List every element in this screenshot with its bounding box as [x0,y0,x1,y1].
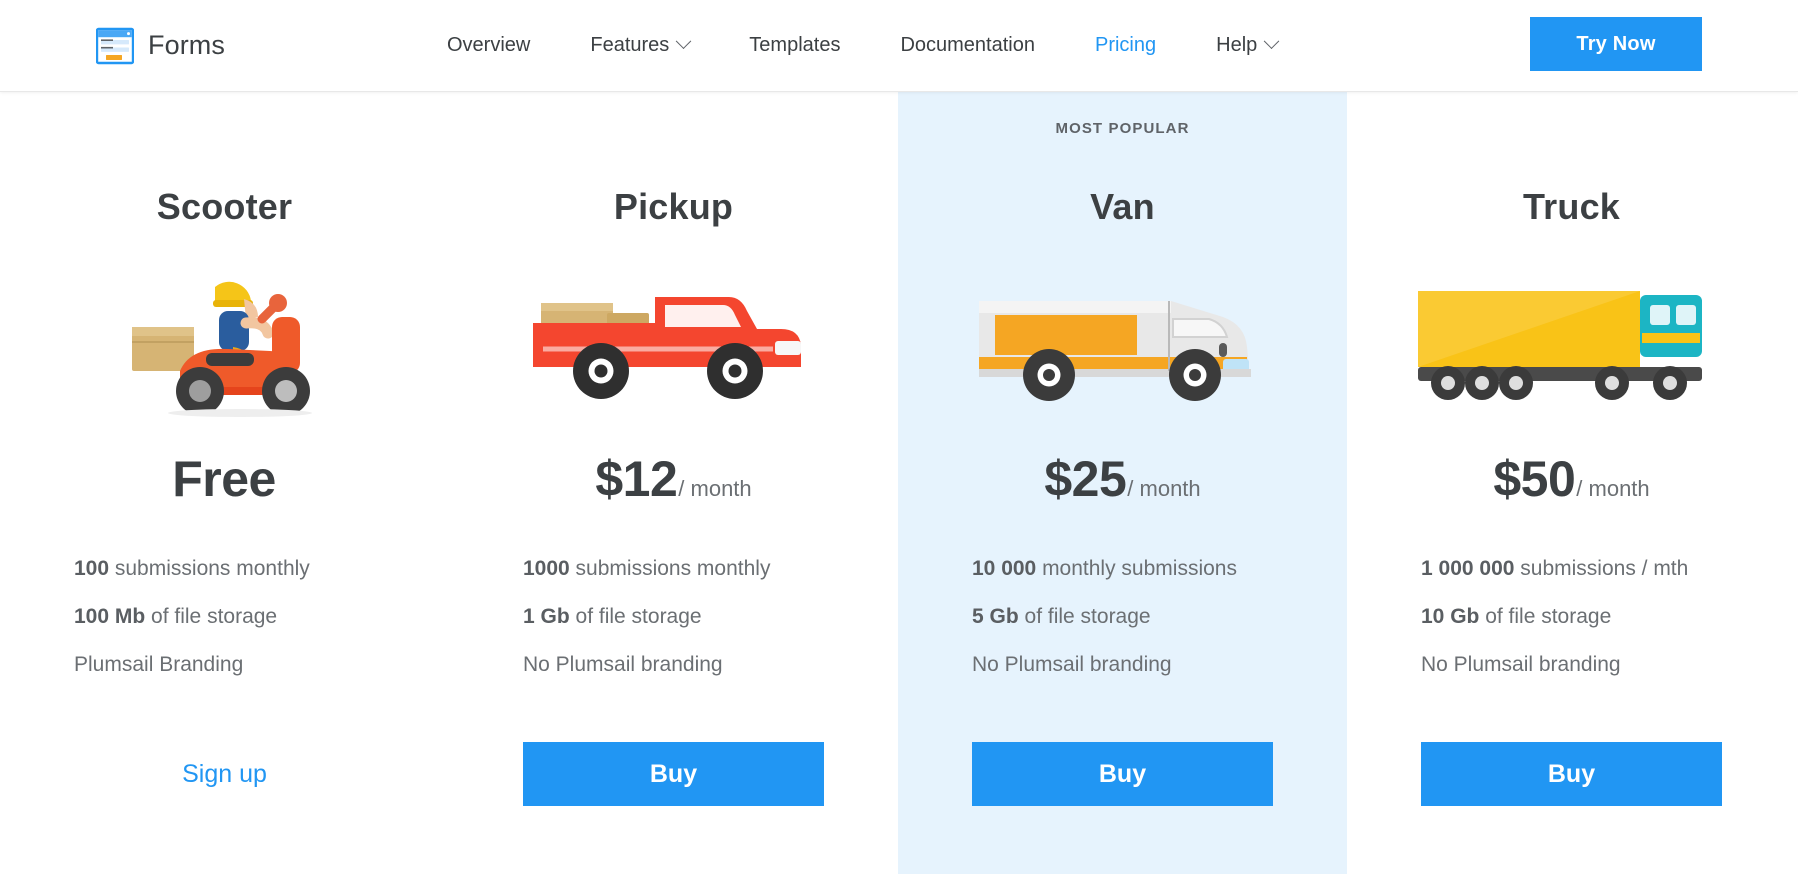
nav-label: Help [1216,34,1258,56]
price-amount: $50 [1493,451,1576,507]
plan-cta: Buy [898,742,1347,806]
sign-up-link[interactable]: Sign up [182,742,267,806]
brand-name: Forms [148,30,225,60]
feature-item: 100 submissions monthly [74,556,375,581]
plan-price: $50 / month [1493,450,1649,508]
site-header: Forms Overview Features Templates Docume… [0,0,1798,92]
feature-item: No Plumsail branding [972,652,1273,677]
plan-price: Free [172,450,277,508]
feature-item: 5 Gb of file storage [972,604,1273,629]
feature-value: 100 [74,557,110,580]
nav-item-features[interactable]: Features [560,26,719,65]
price-amount: Free [172,451,276,507]
semi-truck-illustration [1412,258,1732,426]
feature-value: 100 Mb [74,605,146,629]
plan-title: Van [1090,186,1155,227]
plan-card-scooter: Scooter Free 100 submissions monthly 100… [0,92,449,874]
scooter-illustration [120,258,330,426]
feature-item: 1 000 000 submissions / mth [1421,556,1722,581]
plan-card-pickup: Pickup $12 / month 1000 submissions mont… [449,92,898,874]
feature-text: submissions monthly [569,557,771,580]
feature-value: 1 000 000 [1421,557,1515,580]
brand-logo[interactable]: Forms [95,27,225,65]
feature-value: 10 Gb [1421,605,1480,629]
plan-price: $25 / month [1044,450,1200,508]
price-amount: $12 [595,451,678,507]
feature-value: 10 000 [972,557,1037,580]
plan-title: Pickup [613,186,734,227]
feature-text: of file storage [1018,605,1151,629]
van-illustration [973,258,1273,426]
nav-label: Pricing [1094,34,1157,56]
feature-text: No Plumsail branding [972,653,1172,677]
pricing-plans: Scooter Free 100 submissions monthly 100… [0,92,1798,874]
price-period: / month [678,476,752,501]
nav-label: Overview [447,34,531,56]
main-nav: Overview Features Templates Documentatio… [417,26,1307,65]
buy-button[interactable]: Buy [972,742,1273,806]
feature-item: Plumsail Branding [74,652,375,677]
nav-label: Documentation [900,34,1035,56]
feature-text: of file storage [145,605,278,629]
plan-price: $12 / month [595,450,751,508]
feature-text: Plumsail Branding [74,653,244,677]
plan-card-van: MOST POPULAR Van $25 / month 10 000 mont… [898,92,1347,874]
pickup-truck-illustration [529,258,819,426]
feature-text: of file storage [1479,605,1612,629]
feature-list: 100 submissions monthly 100 Mb of file s… [0,556,449,678]
feature-text: of file storage [569,605,702,629]
nav-item-overview[interactable]: Overview [417,26,560,65]
buy-button[interactable]: Buy [1421,742,1722,806]
feature-text: monthly submissions [1036,557,1237,580]
feature-item: No Plumsail branding [1421,652,1722,677]
chevron-down-icon [676,33,692,50]
feature-value: 1000 [523,557,570,580]
feature-value: 1 Gb [523,605,570,629]
feature-item: 1000 submissions monthly [523,556,824,581]
feature-text: submissions / mth [1514,557,1689,580]
nav-item-pricing[interactable]: Pricing [1065,26,1186,65]
plan-cta: Sign up [0,742,449,806]
price-amount: $25 [1044,451,1127,507]
try-now-button[interactable]: Try Now [1530,17,1702,71]
nav-item-templates[interactable]: Templates [719,26,870,65]
nav-label: Features [590,34,670,56]
feature-text: No Plumsail branding [1421,653,1621,677]
feature-text: No Plumsail branding [523,653,723,677]
popular-badge: MOST POPULAR [1055,120,1190,137]
nav-item-documentation[interactable]: Documentation [870,26,1065,65]
price-period: / month [1576,476,1650,501]
forms-logo-icon [95,27,135,65]
price-period: / month [1127,476,1201,501]
plan-cta: Buy [1347,742,1796,806]
nav-label: Templates [749,34,841,56]
feature-item: No Plumsail branding [523,652,824,677]
feature-value: 5 Gb [972,605,1019,629]
feature-list: 1000 submissions monthly 1 Gb of file st… [449,556,898,678]
feature-list: 10 000 monthly submissions 5 Gb of file … [898,556,1347,678]
plan-title: Truck [1522,186,1621,227]
plan-title: Scooter [156,186,293,227]
nav-item-help[interactable]: Help [1186,26,1307,65]
feature-item: 10 000 monthly submissions [972,556,1273,581]
feature-item: 1 Gb of file storage [523,604,824,629]
feature-text: submissions monthly [109,557,310,580]
feature-item: 10 Gb of file storage [1421,604,1722,629]
feature-item: 100 Mb of file storage [74,604,375,629]
plan-card-truck: Truck $50 / month 1 000 000 submissions … [1347,92,1796,874]
feature-list: 1 000 000 submissions / mth 10 Gb of fil… [1347,556,1796,678]
chevron-down-icon [1263,33,1280,50]
buy-button[interactable]: Buy [523,742,824,806]
plan-cta: Buy [449,742,898,806]
